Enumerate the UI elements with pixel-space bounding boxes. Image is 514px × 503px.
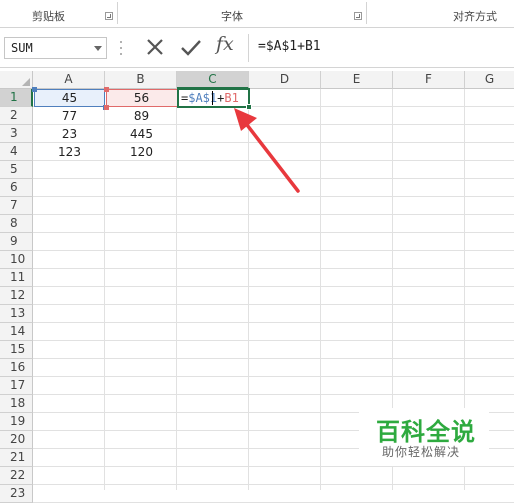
dialog-launcher-icon[interactable] xyxy=(354,12,362,20)
checkmark-icon xyxy=(181,40,201,56)
resize-handle-icon[interactable] xyxy=(119,41,122,55)
name-box[interactable]: SUM xyxy=(4,37,107,59)
formula-bar: SUM fx =$A$1+B1 xyxy=(0,28,514,68)
watermark: 百科全说 助你轻松解决 xyxy=(359,408,489,466)
ribbon-group-alignment: 对齐方式 xyxy=(367,0,514,28)
cancel-button[interactable] xyxy=(143,37,169,59)
ribbon-group-label: 剪贴板 xyxy=(32,10,65,23)
watermark-subtitle: 助你轻松解决 xyxy=(382,445,461,459)
watermark-title: 百科全说 xyxy=(376,418,476,446)
x-icon xyxy=(147,39,163,55)
ribbon-group-label: 字体 xyxy=(221,10,243,23)
dialog-launcher-icon[interactable] xyxy=(105,12,113,20)
name-box-value: SUM xyxy=(11,41,33,55)
ribbon-group-font: 字体 xyxy=(118,0,366,28)
chevron-down-icon[interactable] xyxy=(94,46,102,51)
ribbon-group-labels: 剪贴板 字体 对齐方式 xyxy=(0,0,514,28)
formula-bar-divider xyxy=(248,34,249,62)
ribbon-group-clipboard: 剪贴板 xyxy=(0,0,117,28)
insert-function-button[interactable]: fx xyxy=(216,33,234,55)
formula-input[interactable]: =$A$1+B1 xyxy=(258,39,321,54)
enter-button[interactable] xyxy=(178,37,204,59)
ribbon-group-label: 对齐方式 xyxy=(453,10,497,23)
